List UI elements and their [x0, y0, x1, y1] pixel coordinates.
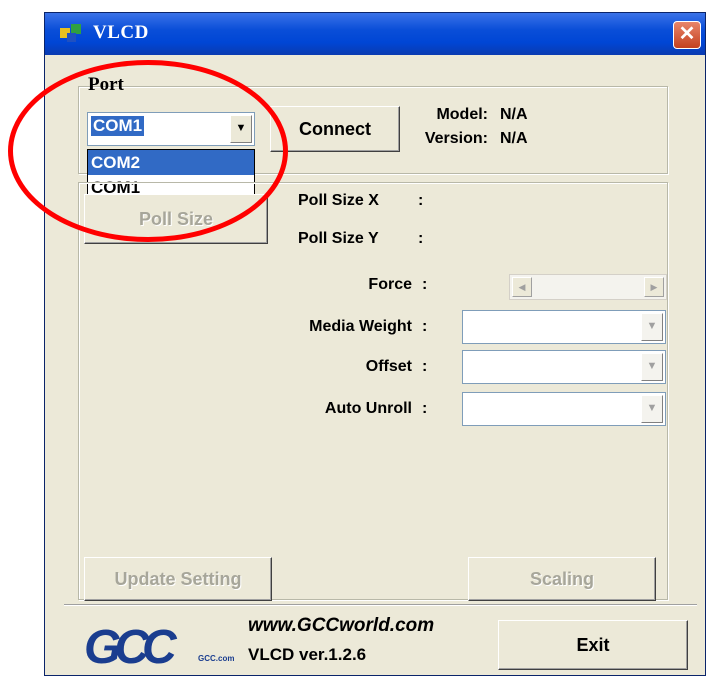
app-icon — [60, 24, 81, 42]
version-label: Version: — [424, 130, 488, 147]
update-setting-button[interactable]: Update Setting — [84, 557, 272, 601]
window-title: VLCD — [93, 22, 149, 43]
poll-size-x-label: Poll Size X — [298, 192, 379, 209]
auto-unroll-colon: : — [422, 400, 428, 417]
close-icon: ✕ — [678, 23, 696, 45]
connect-button[interactable]: Connect — [270, 106, 400, 152]
media-weight-select[interactable]: ▼ — [462, 310, 666, 344]
force-colon: : — [422, 276, 428, 293]
exit-button[interactable]: Exit — [498, 620, 688, 670]
force-label: Force — [368, 276, 412, 293]
version-text: VLCD ver.1.2.6 — [248, 645, 367, 664]
offset-label: Offset — [365, 358, 412, 375]
force-scrollbar[interactable]: ◀ ▶ — [509, 274, 667, 300]
poll-size-y-label: Poll Size Y — [298, 230, 379, 247]
auto-unroll-label: Auto Unroll — [324, 400, 412, 417]
highlight-annotation-circle — [8, 60, 288, 242]
website-link[interactable]: www.GCCworld.com — [248, 615, 434, 637]
model-value: N/A — [500, 106, 528, 123]
gcc-logo-text: GCC — [84, 621, 177, 674]
media-weight-colon: : — [422, 318, 428, 335]
offset-colon: : — [422, 358, 428, 375]
scroll-right-icon[interactable]: ▶ — [644, 277, 664, 297]
model-label: Model: — [436, 106, 488, 123]
chevron-down-icon[interactable]: ▼ — [641, 353, 663, 381]
title-bar[interactable]: VLCD ✕ — [45, 13, 705, 55]
media-weight-label: Media Weight — [309, 318, 412, 335]
gcc-logo: GCC GCC.com — [84, 620, 234, 675]
offset-select[interactable]: ▼ — [462, 350, 666, 384]
scaling-button[interactable]: Scaling — [468, 557, 656, 601]
auto-unroll-select[interactable]: ▼ — [462, 392, 666, 426]
chevron-down-icon[interactable]: ▼ — [641, 313, 663, 341]
gcc-logo-sub: GCC.com — [198, 654, 235, 663]
poll-size-x-colon: : — [418, 192, 424, 209]
close-button[interactable]: ✕ — [673, 21, 701, 49]
footer-separator — [64, 604, 697, 606]
version-value: N/A — [500, 130, 528, 147]
scroll-left-icon[interactable]: ◀ — [512, 277, 532, 297]
chevron-down-icon[interactable]: ▼ — [641, 395, 663, 423]
poll-size-y-colon: : — [418, 230, 424, 247]
